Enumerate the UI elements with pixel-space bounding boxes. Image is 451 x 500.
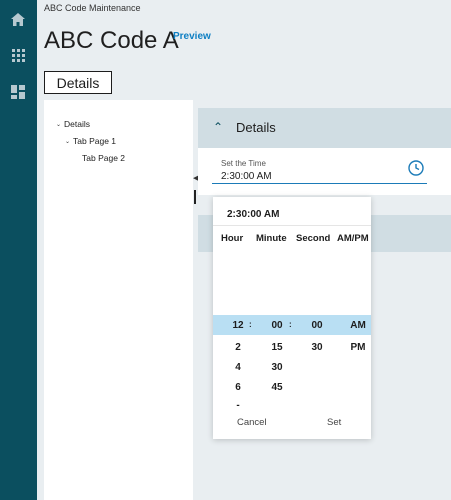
hour-header: Hour — [221, 233, 244, 244]
divider — [213, 225, 371, 226]
hour-option[interactable]: 12 — [218, 320, 258, 331]
left-nav-rail — [0, 0, 37, 500]
picker-selected-time: 2:30:00 AM — [227, 209, 280, 220]
time-separator: : — [249, 320, 252, 329]
time-picker-popup: 2:30:00 AM Hour Minute Second AM/PM 12 2… — [213, 197, 371, 439]
time-field-value[interactable]: 2:30:00 AM — [221, 171, 272, 182]
time-field-label: Set the Time — [221, 159, 266, 168]
second-header: Second — [296, 233, 331, 244]
panel-splitter[interactable] — [194, 190, 196, 204]
chevron-up-icon[interactable]: ⌃ — [213, 120, 223, 134]
clock-icon[interactable] — [408, 160, 424, 181]
time-separator: : — [289, 320, 292, 329]
tree-item-label: Details — [64, 119, 91, 129]
hour-option[interactable]: - — [218, 400, 258, 411]
section-header-details[interactable]: ⌃ Details — [198, 108, 451, 148]
preview-link[interactable]: Preview — [173, 31, 211, 42]
second-option[interactable]: 30 — [297, 342, 337, 353]
chevron-down-icon: ⌄ — [65, 138, 71, 145]
home-icon[interactable] — [9, 10, 27, 28]
tree-item-tab-page-1[interactable]: ⌄ Tab Page 1 — [65, 136, 116, 146]
ampm-header: AM/PM — [337, 233, 369, 244]
details-tab[interactable]: Details — [44, 71, 112, 94]
page-title: ABC Code A — [44, 27, 179, 54]
tree-item-label: Tab Page 1 — [73, 136, 117, 146]
second-option[interactable]: 00 — [297, 320, 337, 331]
ampm-option[interactable]: PM — [338, 342, 378, 353]
chevron-down-icon: ⌄ — [56, 121, 62, 128]
minute-option[interactable]: 45 — [257, 382, 297, 393]
cancel-button[interactable]: Cancel — [237, 417, 267, 428]
minute-option[interactable]: 30 — [257, 362, 297, 373]
tree-item-tab-page-2[interactable]: Tab Page 2 — [82, 153, 125, 163]
tree-panel: ⌄ Details ⌄ Tab Page 1 Tab Page 2 — [44, 100, 193, 500]
section-title: Details — [236, 120, 276, 135]
minute-option[interactable]: 15 — [257, 342, 297, 353]
breadcrumb[interactable]: ABC Code Maintenance — [44, 3, 141, 13]
set-button[interactable]: Set — [327, 417, 341, 428]
tree-item-label: Tab Page 2 — [82, 153, 126, 163]
time-field[interactable]: Set the Time 2:30:00 AM — [212, 155, 427, 184]
hour-option[interactable]: 2 — [218, 342, 258, 353]
hour-option[interactable]: 6 — [218, 382, 258, 393]
tree-item-details[interactable]: ⌄ Details — [56, 119, 90, 129]
minute-header: Minute — [256, 233, 287, 244]
apps-grid-icon[interactable] — [9, 46, 27, 64]
dashboard-icon[interactable] — [9, 83, 27, 101]
hour-option[interactable]: 4 — [218, 362, 258, 373]
ampm-option[interactable]: AM — [338, 320, 378, 331]
